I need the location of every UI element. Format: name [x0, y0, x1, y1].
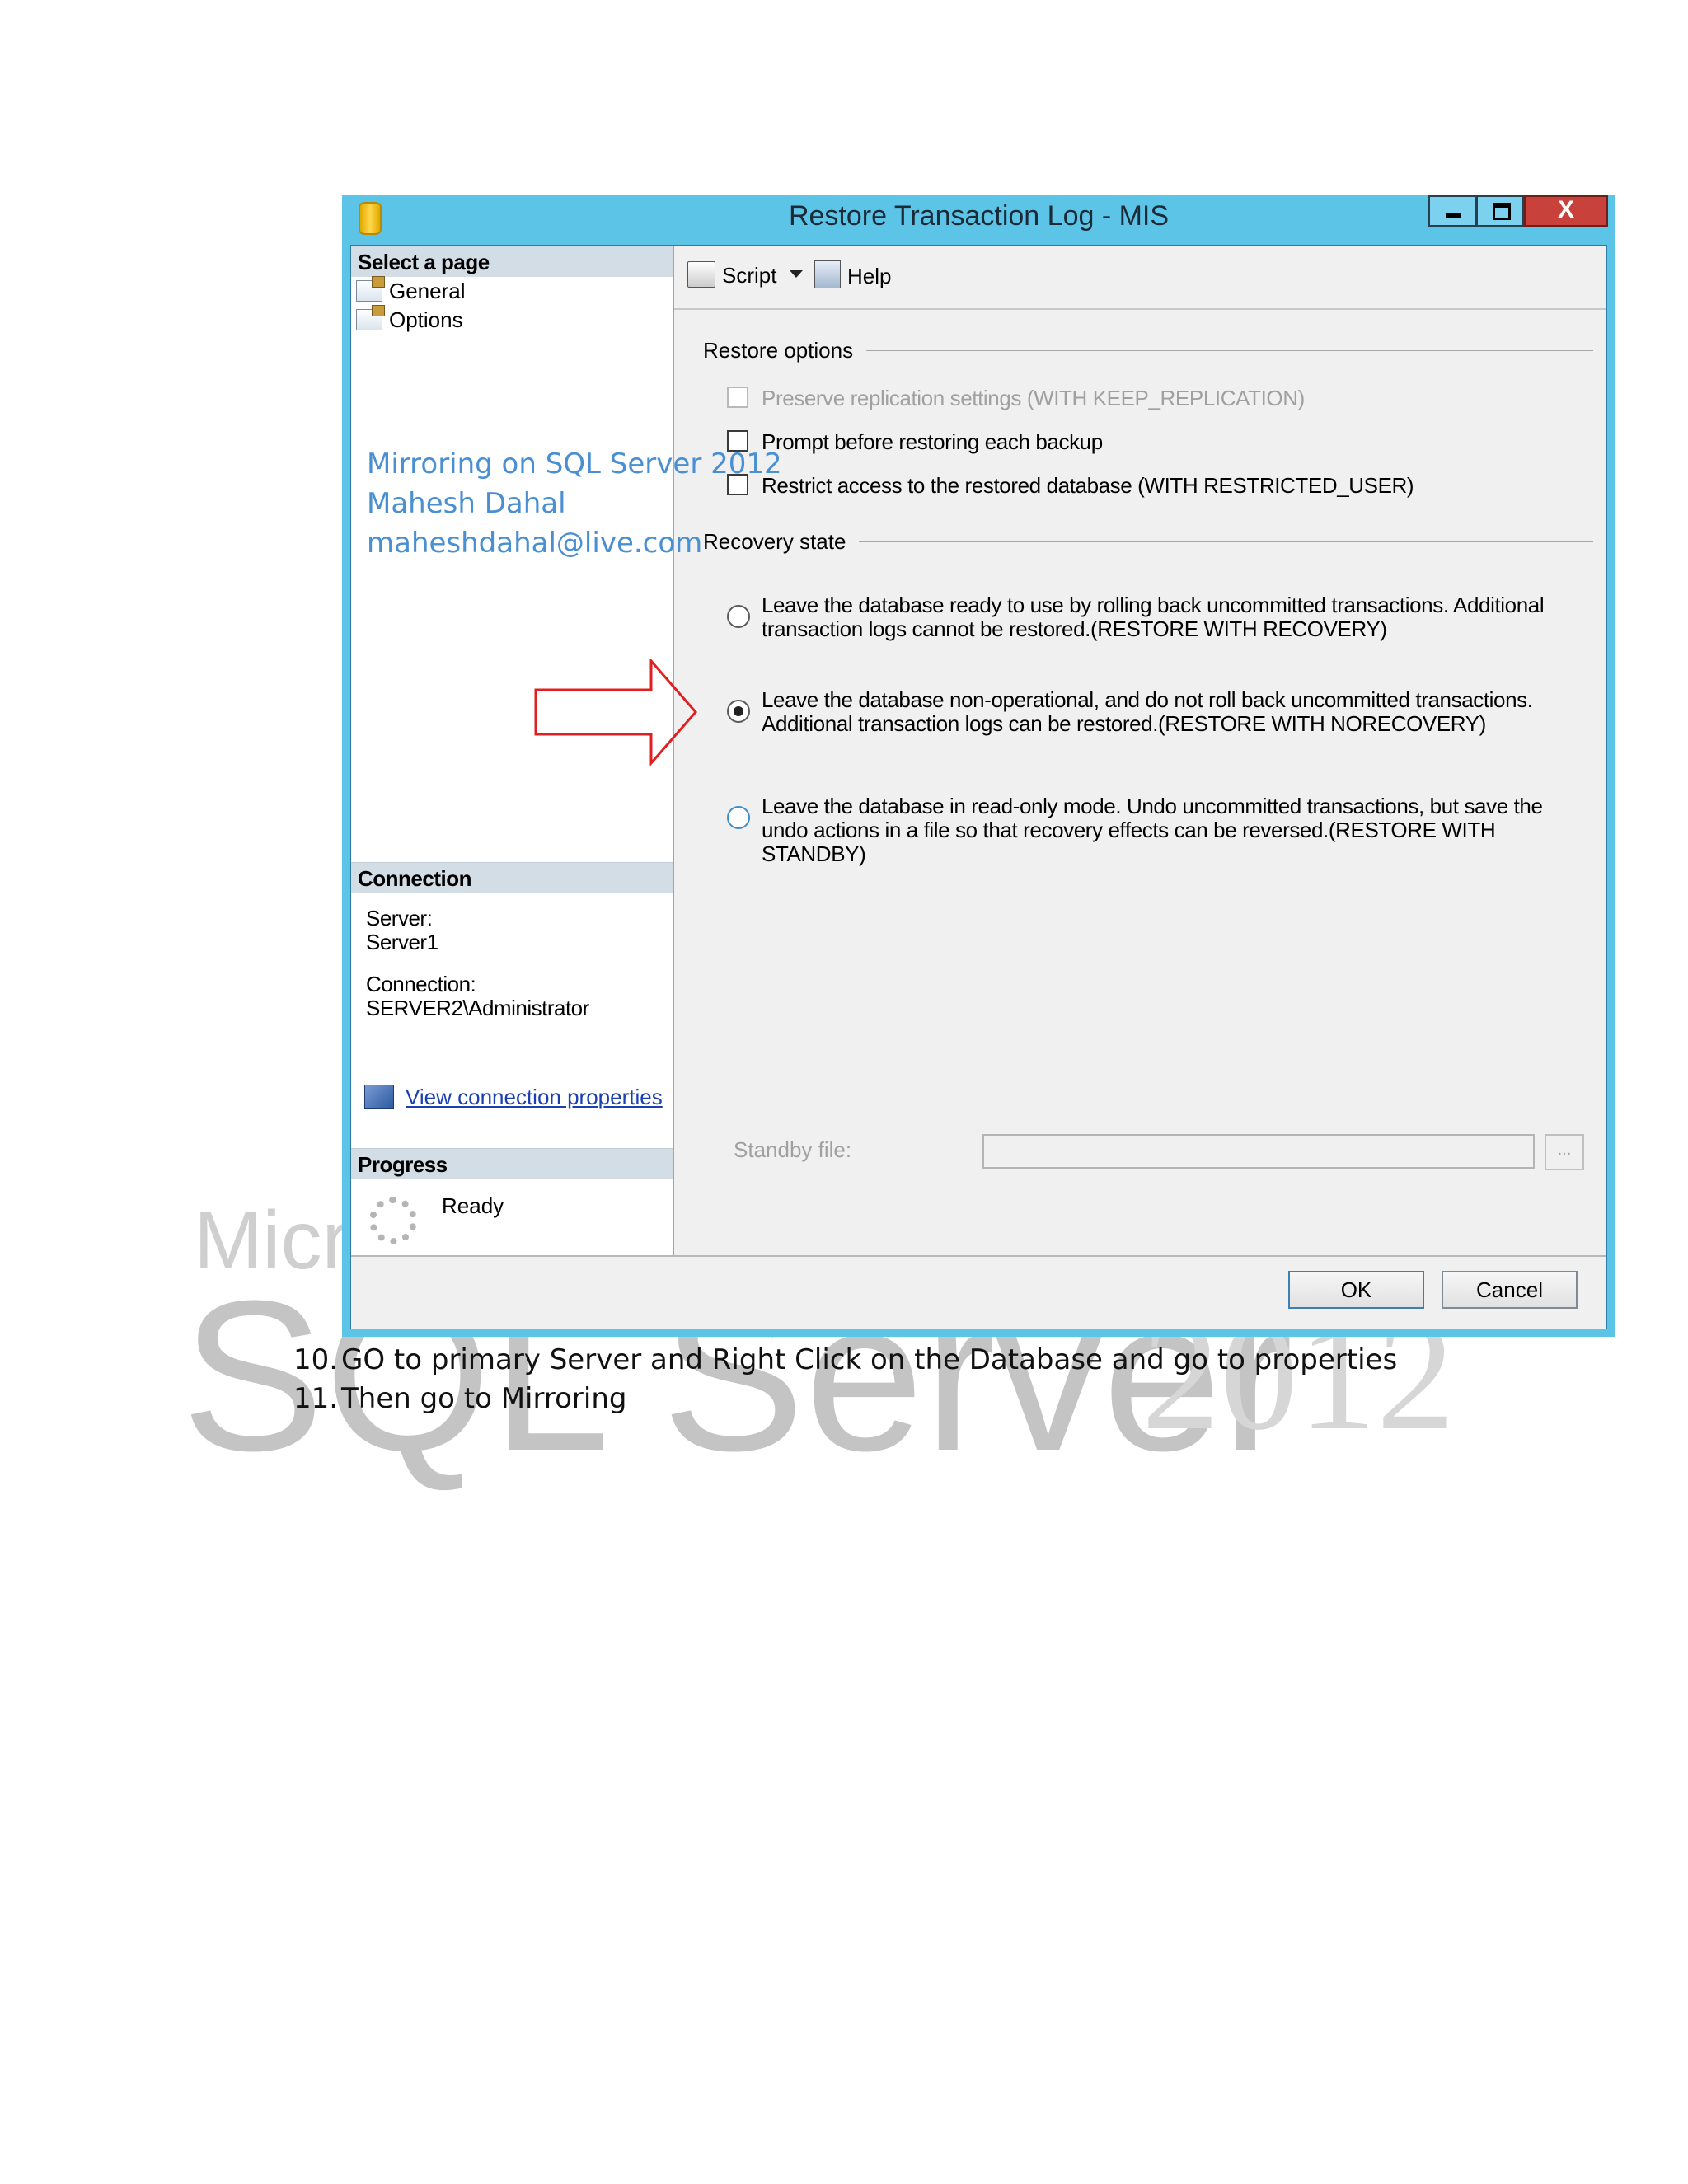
recovery-state-label: Recovery state	[703, 529, 860, 555]
step-number: 11.	[293, 1382, 339, 1415]
title-bar[interactable]: Restore Transaction Log - MIS X	[342, 195, 1615, 245]
view-connection-properties: View connection properties	[364, 1085, 663, 1110]
overlay-title: Mirroring on SQL Server 2012	[367, 448, 782, 480]
radio-button[interactable]	[727, 605, 750, 628]
cancel-button[interactable]: Cancel	[1442, 1271, 1578, 1309]
restore-transaction-log-dialog: Restore Transaction Log - MIS X Select a…	[342, 195, 1615, 1337]
maximize-button[interactable]	[1476, 195, 1524, 227]
minimize-button[interactable]	[1428, 195, 1476, 227]
radio-label: Leave the database non-operational, and …	[762, 687, 1533, 736]
connection-value: SERVER2\Administrator	[366, 996, 589, 1020]
script-icon	[687, 261, 715, 288]
script-button[interactable]: Script	[687, 260, 776, 290]
progress-status: Ready	[442, 1193, 504, 1218]
radio-button[interactable]	[727, 806, 750, 829]
progress-spinner-icon	[369, 1197, 417, 1244]
step-text: GO to primary Server and Right Click on …	[341, 1343, 1398, 1376]
script-dropdown-icon[interactable]	[790, 270, 803, 278]
view-connection-properties-link[interactable]: View connection properties	[406, 1085, 663, 1109]
checkbox-label: Restrict access to the restored database…	[762, 473, 1414, 498]
options-pane: Script Help Restore options Preserve rep…	[674, 246, 1606, 1255]
progress-header: Progress	[351, 1148, 673, 1179]
overlay-email: maheshdahal@live.com	[367, 527, 703, 560]
step-11: 11. Then go to Mirroring	[293, 1382, 626, 1415]
help-icon	[814, 260, 841, 288]
select-page-header: Select a page	[351, 246, 673, 277]
script-label: Script	[722, 263, 777, 288]
standby-file-input	[982, 1134, 1535, 1169]
checkbox-label: Preserve replication settings (WITH KEEP…	[762, 386, 1305, 410]
page-item-general[interactable]: General	[356, 276, 466, 305]
help-label: Help	[847, 264, 892, 288]
radio-label: Leave the database in read-only mode. Un…	[762, 794, 1543, 866]
connection-label: Connection:	[366, 972, 476, 996]
dialog-footer: OK Cancel	[351, 1255, 1606, 1329]
ok-button[interactable]: OK	[1288, 1271, 1424, 1309]
server-label: Server:	[366, 906, 433, 930]
page-icon	[356, 305, 385, 330]
radio-label: Leave the database ready to use by rolli…	[762, 593, 1545, 641]
red-arrow-icon	[534, 659, 697, 766]
server-value: Server1	[366, 930, 438, 954]
checkbox-label: Prompt before restoring each backup	[762, 429, 1103, 454]
checkbox-box	[727, 387, 748, 408]
connection-properties-icon	[364, 1085, 394, 1109]
toolbar: Script Help	[674, 246, 1606, 310]
window-title: Restore Transaction Log - MIS	[788, 200, 1170, 232]
standby-file-label: Standby file:	[734, 1137, 852, 1162]
standby-browse-button: ...	[1545, 1134, 1584, 1170]
page-item-label: Options	[389, 307, 463, 332]
dialog-client-area: Select a page General Options Connection…	[350, 245, 1607, 1329]
step-text: Then go to Mirroring	[341, 1382, 627, 1415]
step-number: 10.	[293, 1343, 339, 1376]
connection-header: Connection	[351, 862, 673, 893]
page-item-label: General	[389, 279, 466, 303]
radio-button-selected[interactable]	[727, 700, 750, 723]
page-icon	[356, 276, 385, 302]
step-10: 10. GO to primary Server and Right Click …	[293, 1343, 1397, 1376]
close-button[interactable]: X	[1524, 195, 1608, 227]
help-button[interactable]: Help	[814, 260, 891, 290]
overlay-author: Mahesh Dahal	[367, 487, 566, 520]
restore-options-label: Restore options	[703, 338, 867, 363]
page-item-options[interactable]: Options	[356, 305, 463, 334]
